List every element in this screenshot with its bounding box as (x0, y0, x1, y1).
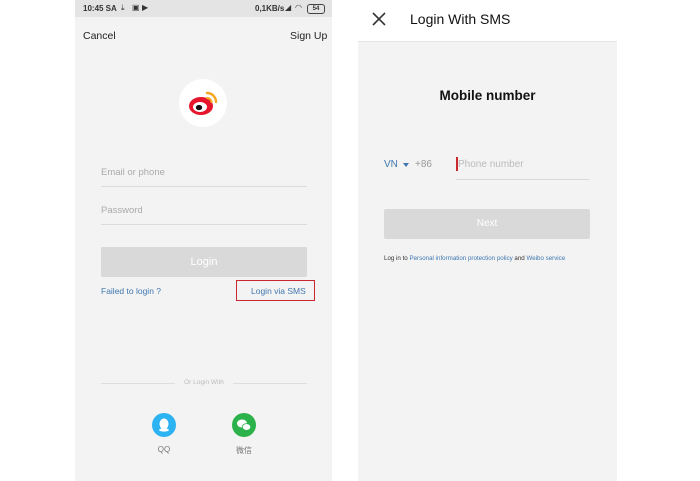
privacy-policy-link[interactable]: Personal information protection policy (409, 255, 512, 262)
weibo-logo (179, 79, 227, 127)
status-time: 10:45 SA (83, 4, 117, 13)
wifi-icon: ◠ (295, 3, 302, 12)
wechat-login-button[interactable] (232, 413, 256, 437)
sms-login-screen: Login With SMS Mobile number VN +86 Phon… (358, 0, 617, 481)
sms-header: Login With SMS (358, 0, 617, 42)
qq-label: QQ (157, 445, 171, 454)
country-code-select[interactable]: VN (384, 159, 398, 170)
email-underline (101, 186, 307, 187)
failed-to-login-link[interactable]: Failed to login ? (101, 286, 161, 296)
or-login-with-label: Or Login With (184, 379, 224, 386)
play-icon: ▶ (142, 3, 149, 12)
login-screen: 10:45 SA ⤓ ▣ ▶ 0,1KB/s ◢ ◠ 54 Cancel Sig… (75, 0, 332, 481)
phone-underline (456, 179, 589, 180)
sign-up-button[interactable]: Sign Up (290, 30, 327, 42)
terms-and: and (514, 255, 525, 262)
weibo-service-link[interactable]: Weibo service (526, 255, 565, 262)
qq-login-button[interactable] (152, 413, 176, 437)
wechat-label: 微信 (236, 446, 252, 455)
qq-icon (159, 418, 169, 432)
login-button[interactable]: Login (101, 247, 307, 277)
cancel-button[interactable]: Cancel (83, 30, 116, 42)
close-icon[interactable] (371, 11, 387, 27)
divider-right (233, 383, 307, 384)
dial-prefix: +86 (415, 159, 432, 170)
download-icon: ⤓ (121, 3, 125, 12)
mobile-number-heading: Mobile number (439, 88, 536, 103)
phone-number-input[interactable]: Phone number (458, 159, 524, 170)
network-speed: 0,1KB/s (255, 4, 285, 13)
wechat-icon (237, 419, 252, 431)
divider-left (101, 383, 175, 384)
terms-prefix: Log in to (384, 255, 408, 262)
terms-text: Log in to Personal information protectio… (384, 255, 565, 262)
sms-page-title: Login With SMS (410, 11, 511, 27)
password-underline (101, 224, 307, 225)
password-field[interactable]: Password (101, 205, 143, 216)
status-bar: 10:45 SA ⤓ ▣ ▶ 0,1KB/s ◢ ◠ 54 (75, 0, 332, 17)
chevron-down-icon[interactable] (403, 163, 409, 167)
login-via-sms-link[interactable]: Login via SMS (251, 286, 306, 296)
email-field[interactable]: Email or phone (101, 167, 165, 178)
next-button[interactable]: Next (384, 209, 590, 239)
battery-icon: 54 (307, 4, 325, 14)
signal-icon: ◢ (285, 3, 292, 12)
image-icon: ▣ (132, 3, 140, 12)
weibo-logo-icon (189, 91, 218, 115)
